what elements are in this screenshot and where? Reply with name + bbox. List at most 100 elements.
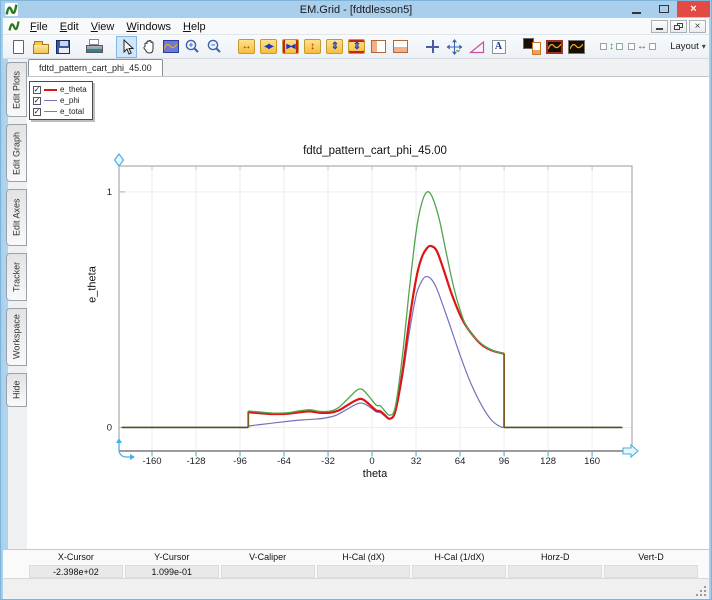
maximize-button[interactable] xyxy=(650,1,677,17)
status-value-vert-d xyxy=(604,565,698,578)
svg-text:-96: -96 xyxy=(233,456,247,467)
sidebar-tab-workspace[interactable]: Workspace xyxy=(6,308,27,366)
vertical-spacing-icon[interactable]: ↕ xyxy=(598,36,625,58)
save-icon[interactable] xyxy=(52,36,73,58)
plot-dark-red-icon[interactable] xyxy=(544,36,565,58)
svg-text:1: 1 xyxy=(107,187,112,198)
text-tool-icon[interactable]: A xyxy=(488,36,509,58)
sidebar-tab-edit-plots[interactable]: Edit Plots xyxy=(6,62,27,117)
window-title: EM.Grid - [fdtdlesson5] xyxy=(1,4,711,16)
legend-checkbox-e_theta[interactable]: ✓ xyxy=(33,86,41,94)
status-label-h-cal-1-dx-: H-Cal (1/dX) xyxy=(411,552,507,564)
sidebar-tab-hide[interactable]: Hide xyxy=(6,373,27,407)
new-document-icon[interactable] xyxy=(8,36,29,58)
svg-text:32: 32 xyxy=(411,456,422,467)
status-value-h-cal-dx- xyxy=(317,565,411,578)
status-bar: X-CursorY-CursorV-CaliperH-Cal (dX)H-Cal… xyxy=(3,549,709,578)
legend-label: e_total xyxy=(60,107,84,116)
plot-dark-icon[interactable] xyxy=(566,36,587,58)
sidebar-tab-tracker[interactable]: Tracker xyxy=(6,253,27,301)
svg-text:160: 160 xyxy=(584,456,600,467)
mdi-restore-button[interactable] xyxy=(670,20,687,33)
fit-width-icon[interactable]: ▸◂ xyxy=(280,36,301,58)
svg-text:64: 64 xyxy=(455,456,466,467)
pan-hand-icon[interactable] xyxy=(138,36,159,58)
legend-checkbox-e_phi[interactable]: ✓ xyxy=(33,97,41,105)
status-value-horz-d xyxy=(508,565,602,578)
status-label-horz-d: Horz-D xyxy=(507,552,603,564)
plot-area: -160-128-96-64-32032649612816001 fdtd_pa… xyxy=(27,77,709,549)
copy-plot-icon[interactable] xyxy=(520,36,543,58)
zoom-in-icon[interactable]: + xyxy=(182,36,203,58)
expand-height-icon[interactable]: ↕ xyxy=(302,36,323,58)
horizontal-spacing-icon[interactable]: ↔ xyxy=(626,36,658,58)
legend-line-sample xyxy=(44,100,57,101)
legend-line-sample xyxy=(44,111,57,112)
plot-handle-top-left[interactable] xyxy=(115,154,124,166)
plot-title: fdtd_pattern_cart_phi_45.00 xyxy=(225,145,525,157)
layout-button[interactable]: Layout▾ xyxy=(669,36,704,58)
svg-text:96: 96 xyxy=(499,456,510,467)
app-logo-icon xyxy=(8,20,20,32)
legend-checkbox-e_total[interactable]: ✓ xyxy=(33,108,41,116)
menu-file[interactable]: File xyxy=(24,21,54,33)
shrink-height-icon[interactable]: ⇕ xyxy=(324,36,345,58)
layout-label: Layout xyxy=(670,41,699,52)
menu-view[interactable]: View xyxy=(85,21,121,33)
open-icon[interactable] xyxy=(30,36,51,58)
split-rows-icon[interactable] xyxy=(390,36,411,58)
status-value-y-cursor: 1.099e-01 xyxy=(125,565,219,578)
split-columns-icon[interactable] xyxy=(368,36,389,58)
mdi-minimize-button[interactable] xyxy=(651,20,668,33)
legend-item-e_phi: ✓e_phi xyxy=(33,96,87,105)
zoom-window-icon[interactable] xyxy=(160,36,181,58)
series-e_theta-curve xyxy=(248,246,504,419)
sidebar-tab-edit-graph[interactable]: Edit Graph xyxy=(6,124,27,182)
svg-text:0: 0 xyxy=(107,422,112,433)
menu-bar: FileEditViewWindowsHelp × xyxy=(3,18,709,35)
sidebar-tab-edit-axes[interactable]: Edit Axes xyxy=(6,189,27,246)
pattern-step-lines xyxy=(248,353,504,427)
status-value-x-cursor: -2.398e+02 xyxy=(29,565,123,578)
svg-text:-128: -128 xyxy=(187,456,206,467)
tab-bar: fdtd_pattern_cart_phi_45.00 xyxy=(27,59,709,77)
svg-text:−: − xyxy=(211,41,216,50)
menu-windows[interactable]: Windows xyxy=(120,21,177,33)
chevron-down-icon: ▾ xyxy=(702,42,706,51)
pointer-tool-icon[interactable] xyxy=(116,36,137,58)
legend-label: e_theta xyxy=(60,85,87,94)
zoom-out-icon[interactable]: − xyxy=(204,36,225,58)
fit-height-icon[interactable]: ⇕ xyxy=(346,36,367,58)
svg-text:-160: -160 xyxy=(143,456,162,467)
mdi-close-button[interactable]: × xyxy=(689,20,706,33)
svg-text:-64: -64 xyxy=(277,456,291,467)
plot-legend: ✓e_theta✓e_phi✓e_total xyxy=(29,81,93,120)
expand-width-icon[interactable]: ↔ xyxy=(236,36,257,58)
app-window: EM.Grid - [fdtdlesson5] × FileEditViewWi… xyxy=(0,0,712,600)
minimize-button[interactable] xyxy=(623,1,650,17)
plot-handle-bottom-left[interactable] xyxy=(119,441,131,457)
shrink-width-icon[interactable]: ◂▸ xyxy=(258,36,279,58)
crosshair-icon[interactable] xyxy=(422,36,443,58)
angle-tool-icon[interactable] xyxy=(466,36,487,58)
menu-edit[interactable]: Edit xyxy=(54,21,85,33)
axes-tool-icon[interactable] xyxy=(444,36,465,58)
y-axis-label: e_theta xyxy=(87,235,100,335)
legend-item-e_total: ✓ e_total xyxy=(33,107,87,116)
bottom-strip xyxy=(3,578,709,599)
resize-grip[interactable] xyxy=(695,585,706,596)
series-e_total-curve xyxy=(248,192,504,416)
svg-text:128: 128 xyxy=(540,456,556,467)
status-label-h-cal-dx-: H-Cal (dX) xyxy=(316,552,412,564)
tab-fdtd-pattern[interactable]: fdtd_pattern_cart_phi_45.00 xyxy=(28,59,163,76)
sidebar: Edit Plots Edit Graph Edit Axes Tracker Work… xyxy=(3,59,27,549)
menu-help[interactable]: Help xyxy=(177,21,212,33)
status-value-v-caliper xyxy=(221,565,315,578)
status-label-x-cursor: X-Cursor xyxy=(28,552,124,564)
print-icon[interactable] xyxy=(84,36,105,58)
legend-item-e_theta: ✓ e_theta xyxy=(33,85,87,94)
svg-text:-32: -32 xyxy=(321,456,335,467)
plot-handle-bottom-right[interactable] xyxy=(623,445,638,457)
title-bar: EM.Grid - [fdtdlesson5] × xyxy=(1,1,711,18)
close-button[interactable]: × xyxy=(677,1,710,17)
